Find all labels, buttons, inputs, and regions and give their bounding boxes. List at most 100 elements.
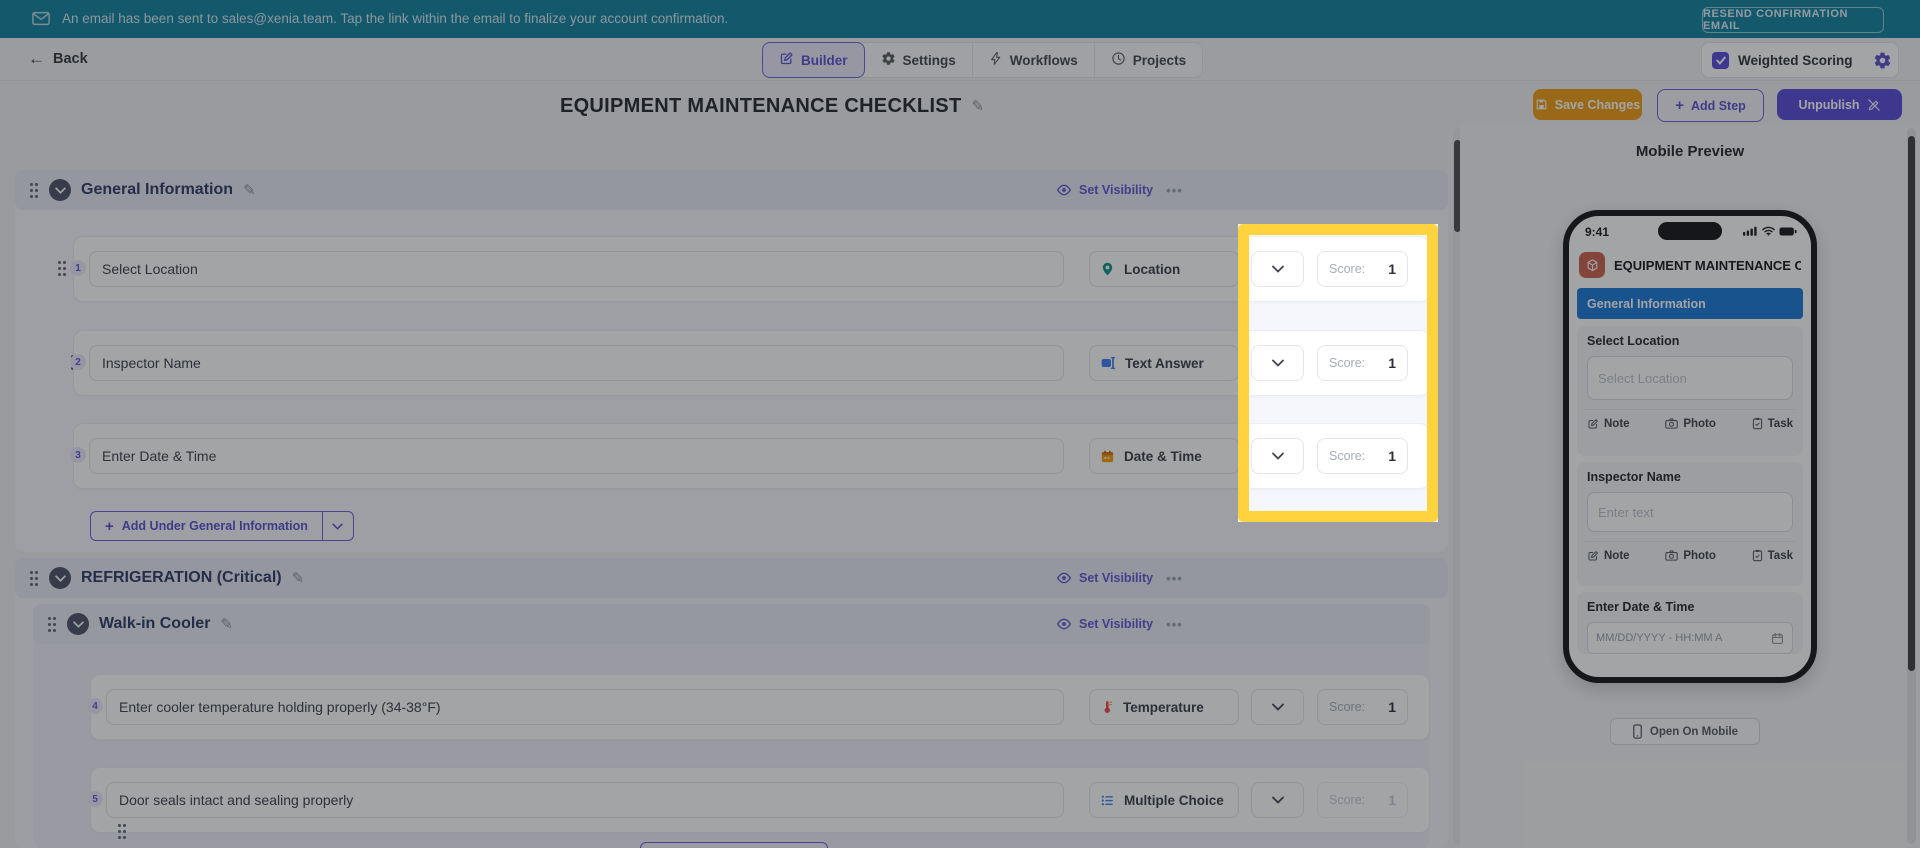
answer-type-dropdown[interactable]: Multiple Choice: [1089, 782, 1239, 818]
task-label: Task: [1767, 417, 1793, 430]
back-button[interactable]: ← Back: [28, 48, 88, 70]
calendar-icon: [1100, 449, 1115, 464]
score-field[interactable]: Score: 1: [1317, 345, 1408, 381]
edit-section-icon[interactable]: ✎: [292, 569, 305, 587]
photo-label: Photo: [1683, 549, 1716, 562]
answer-type-label: Text Answer: [1125, 355, 1204, 371]
more-options-icon[interactable]: •••: [1166, 571, 1183, 586]
row-options-dropdown[interactable]: [1251, 251, 1304, 287]
section-header-general: General Information ✎: [15, 170, 1448, 210]
mobile-field-label: Enter Date & Time: [1587, 600, 1695, 614]
phone-notch: [1658, 222, 1722, 240]
row-options-dropdown[interactable]: [1251, 689, 1304, 725]
location-pin-icon: [1100, 261, 1115, 277]
row-options-dropdown[interactable]: [1251, 438, 1304, 474]
weighted-scoring-card: Weighted Scoring: [1701, 42, 1899, 78]
score-field[interactable]: Score: 1: [1317, 251, 1408, 287]
answer-type-label: Date & Time: [1124, 448, 1202, 464]
save-changes-button[interactable]: Save Changes: [1533, 89, 1642, 120]
drag-handle-icon[interactable]: [48, 616, 57, 632]
drag-handle-icon[interactable]: [117, 824, 127, 839]
battery-icon: [1779, 226, 1797, 236]
phone-screen: 9:41 EQUIPMENT MAINTENANCE C... General …: [1569, 216, 1811, 677]
add-under-walkin-button[interactable]: [640, 842, 828, 848]
note-pencil-icon: [1588, 550, 1598, 560]
row-options-dropdown[interactable]: [1251, 345, 1304, 381]
weighted-scoring-label: Weighted Scoring: [1738, 52, 1853, 68]
edit-title-icon[interactable]: ✎: [971, 97, 984, 115]
section-header-refrigeration: REFRIGERATION (Critical) ✎: [15, 558, 1448, 598]
note-pencil-icon: [1588, 418, 1598, 428]
score-value: 1: [1388, 261, 1396, 277]
question-number: 5: [87, 791, 103, 807]
edit-section-icon[interactable]: ✎: [220, 615, 233, 633]
plus-icon: +: [105, 517, 114, 535]
more-options-icon[interactable]: •••: [1166, 617, 1183, 632]
unpublish-button[interactable]: Unpublish: [1777, 89, 1902, 120]
settings-gear-icon[interactable]: [1873, 51, 1892, 70]
question-number: 4: [87, 698, 103, 714]
mobile-checklist-title: EQUIPMENT MAINTENANCE C...: [1614, 257, 1801, 273]
set-visibility-label: Set Visibility: [1079, 571, 1154, 585]
status-time: 9:41: [1585, 225, 1610, 239]
open-on-mobile-button[interactable]: Open On Mobile: [1610, 718, 1760, 745]
collapse-chevron-icon[interactable]: [67, 613, 89, 635]
divider: [1585, 541, 1795, 542]
more-options-icon[interactable]: •••: [1166, 183, 1183, 198]
edit-section-icon[interactable]: ✎: [243, 181, 256, 199]
row-options-dropdown[interactable]: [1251, 782, 1304, 818]
drag-handle-icon[interactable]: [30, 570, 39, 586]
tab-settings-label: Settings: [902, 52, 956, 68]
tab-builder[interactable]: Builder: [762, 42, 865, 78]
section-title: Walk-in Cooler: [99, 615, 211, 632]
phone-icon: [1633, 724, 1642, 739]
score-value: 1: [1388, 699, 1396, 715]
mobile-section-banner-label: General Information: [1587, 296, 1706, 311]
eye-icon: [1056, 618, 1072, 630]
divider: [1585, 409, 1795, 410]
section-title: General Information: [81, 181, 234, 198]
drag-handle-icon[interactable]: [30, 182, 39, 198]
answer-type-dropdown[interactable]: Location: [1089, 251, 1239, 287]
question-label-input[interactable]: [89, 251, 1064, 287]
answer-type-label: Location: [1124, 261, 1181, 277]
pencil-off-icon: [1867, 98, 1881, 112]
answer-type-dropdown[interactable]: Temperature: [1089, 689, 1239, 725]
mobile-text-input: [1587, 492, 1793, 532]
tab-workflows-label: Workflows: [1009, 52, 1078, 68]
photo-action: Photo: [1665, 550, 1716, 562]
add-step-button[interactable]: + Add Step: [1657, 89, 1764, 122]
app-logo-icon: [1579, 252, 1605, 278]
signal-icon: [1743, 226, 1757, 236]
tab-workflows[interactable]: Workflows: [973, 43, 1095, 77]
score-field[interactable]: Score: 1: [1317, 438, 1408, 474]
score-field[interactable]: Score: 1: [1317, 782, 1408, 818]
date-placeholder: MM/DD/YYYY - HH:MM A: [1596, 632, 1723, 644]
set-visibility-general[interactable]: Set Visibility •••: [1056, 181, 1183, 199]
builder-tab-group: Builder Settings Workflows Projects: [762, 42, 1204, 78]
answer-type-dropdown[interactable]: Text Answer: [1089, 345, 1239, 381]
resend-confirmation-button[interactable]: RESEND CONFIRMATION EMAIL: [1702, 7, 1884, 33]
collapse-chevron-icon[interactable]: [49, 567, 71, 589]
tab-settings[interactable]: Settings: [865, 43, 973, 77]
set-visibility-walkin[interactable]: Set Visibility •••: [1056, 615, 1183, 633]
collapse-chevron-icon[interactable]: [49, 179, 71, 201]
question-label-input[interactable]: [106, 689, 1064, 725]
app-window: An email has been sent to sales@xenia.te…: [0, 0, 1920, 848]
answer-type-label: Temperature: [1123, 699, 1204, 715]
tab-projects[interactable]: Projects: [1095, 43, 1202, 77]
weighted-scoring-checkbox[interactable]: [1712, 51, 1729, 69]
add-under-general-button[interactable]: + Add Under General Information: [90, 511, 354, 541]
mobile-field-card: Inspector Name Note Photo Task: [1577, 462, 1803, 586]
add-under-chevron[interactable]: [321, 512, 353, 540]
panel-scrollbar-thumb[interactable]: [1908, 136, 1915, 671]
page-title-wrap: EQUIPMENT MAINTENANCE CHECKLIST ✎: [422, 90, 1122, 122]
question-number: 1: [70, 260, 86, 276]
drag-handle-icon[interactable]: [58, 261, 67, 276]
score-field[interactable]: Score: 1: [1317, 689, 1408, 725]
question-label-input[interactable]: [89, 438, 1064, 474]
answer-type-dropdown[interactable]: Date & Time: [1089, 438, 1239, 474]
set-visibility-refrigeration[interactable]: Set Visibility •••: [1056, 569, 1183, 587]
question-label-input[interactable]: [106, 782, 1064, 818]
question-label-input[interactable]: [89, 345, 1064, 381]
